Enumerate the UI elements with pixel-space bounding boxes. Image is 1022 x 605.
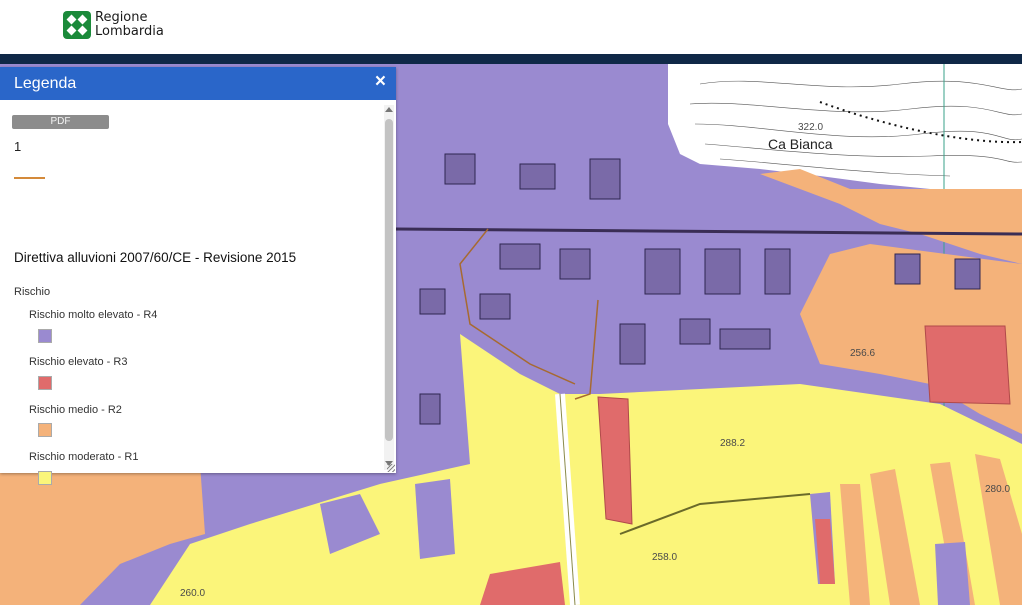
resize-grip-icon[interactable] [387, 464, 395, 472]
swatch-r1 [38, 471, 52, 485]
logo-line1: Regione [95, 10, 148, 25]
logo-text: Regione Lombardia [95, 11, 164, 39]
scroll-thumb[interactable] [385, 119, 393, 441]
scroll-up-icon[interactable] [385, 107, 393, 112]
elevation-label-3: 258.0 [652, 552, 678, 563]
logo-mark-icon [63, 11, 91, 39]
legend-scrollbar[interactable] [384, 105, 394, 470]
legend-body: PDF 1 Direttiva alluvioni 2007/60/CE - R… [0, 100, 382, 485]
legend-entry-r4: Rischio molto elevato - R4 [29, 309, 158, 321]
regione-lombardia-logo[interactable]: Regione Lombardia [63, 11, 164, 39]
elevation-label-4: 280.0 [985, 484, 1011, 495]
legend-title: Legenda [14, 75, 77, 92]
swatch-r2 [38, 423, 52, 437]
legend-section-title: Direttiva alluvioni 2007/60/CE - Revisio… [14, 250, 297, 265]
logo-line2: Lombardia [95, 24, 164, 39]
legend-header: Legenda × [0, 67, 396, 100]
header-band [0, 54, 1022, 64]
elevation-label-6: 322.0 [798, 122, 824, 133]
legend-panel: Legenda × PDF 1 Direttiva alluvioni 2007… [0, 67, 396, 485]
legend-entry-r1: Rischio moderato - R1 [29, 451, 139, 463]
swatch-r4 [38, 329, 52, 343]
layer-number: 1 [14, 139, 22, 154]
top-header: Regione Lombardia [0, 0, 1022, 54]
place-label: Ca Bianca [768, 136, 833, 152]
legend-entry-r2: Rischio medio - R2 [29, 404, 122, 416]
elevation-label-5: 260.0 [180, 588, 206, 599]
elevation-label-2: 256.6 [850, 348, 876, 359]
close-icon[interactable]: × [375, 72, 386, 92]
elevation-label-1: 288.2 [720, 438, 746, 449]
legend-group-title: Rischio [14, 286, 51, 298]
line-symbol [14, 177, 45, 179]
swatch-r3 [38, 376, 52, 390]
legend-entry-r3: Rischio elevato - R3 [29, 356, 128, 368]
pdf-button[interactable]: PDF [12, 115, 109, 129]
